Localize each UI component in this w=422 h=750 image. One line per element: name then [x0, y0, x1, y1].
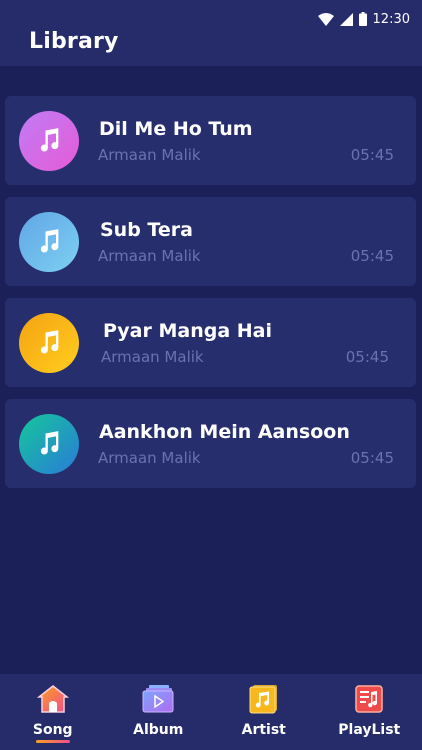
nav-item-song[interactable]: Song: [0, 674, 106, 750]
music-note-icon: [40, 431, 59, 455]
signal-icon: [339, 12, 353, 26]
song-artist: Armaan Malik: [98, 146, 201, 164]
song-art: [19, 313, 79, 373]
song-artist: Armaan Malik: [98, 247, 201, 265]
nav-label-artist: Artist: [241, 722, 286, 738]
song-item[interactable]: Dil Me Ho Tum Armaan Malik 05:45: [5, 96, 416, 185]
song-title: Aankhon Mein Aansoon: [99, 421, 350, 443]
song-title: Sub Tera: [100, 219, 193, 241]
nav-item-artist[interactable]: Artist: [211, 674, 317, 750]
song-item[interactable]: Sub Tera Armaan Malik 05:45: [5, 197, 416, 286]
song-duration: 05:45: [350, 146, 394, 164]
status-bar: 12:30: [317, 9, 410, 29]
page-title: Library: [29, 29, 119, 54]
song-art: [19, 212, 79, 272]
music-note-icon: [40, 229, 59, 253]
playlist-icon: [355, 685, 383, 713]
nav-item-playlist[interactable]: PlayList: [317, 674, 422, 750]
home-icon: [36, 685, 69, 713]
wifi-icon: [317, 12, 334, 26]
music-note-icon: [40, 330, 59, 354]
song-duration: 05:45: [350, 449, 394, 467]
song-artist: Armaan Malik: [98, 449, 201, 467]
artist-note-icon: [249, 685, 277, 714]
song-duration: 05:45: [345, 348, 389, 366]
song-item[interactable]: Pyar Manga Hai Armaan Malik 05:45: [5, 298, 416, 387]
song-artist: Armaan Malik: [101, 348, 204, 366]
status-time: 12:30: [372, 11, 410, 27]
app-header: 12:30 Library: [0, 0, 422, 66]
song-list: Dil Me Ho Tum Armaan Malik 05:45 Sub Ter…: [5, 96, 416, 500]
song-duration: 05:45: [350, 247, 394, 265]
song-art: [19, 414, 79, 474]
battery-icon: [358, 12, 367, 26]
song-title: Pyar Manga Hai: [103, 320, 272, 342]
song-item[interactable]: Aankhon Mein Aansoon Armaan Malik 05:45: [5, 399, 416, 488]
bottom-nav: Song Album Artist PlayList: [0, 674, 422, 750]
song-title: Dil Me Ho Tum: [99, 118, 253, 140]
active-tab-indicator: [35, 740, 70, 743]
nav-label-album: Album: [133, 722, 184, 738]
nav-item-album[interactable]: Album: [106, 674, 212, 750]
song-art: [19, 111, 79, 171]
album-icon: [142, 685, 174, 713]
music-note-icon: [40, 128, 59, 152]
nav-label-playlist: PlayList: [338, 722, 401, 738]
nav-label-song: Song: [32, 722, 73, 738]
